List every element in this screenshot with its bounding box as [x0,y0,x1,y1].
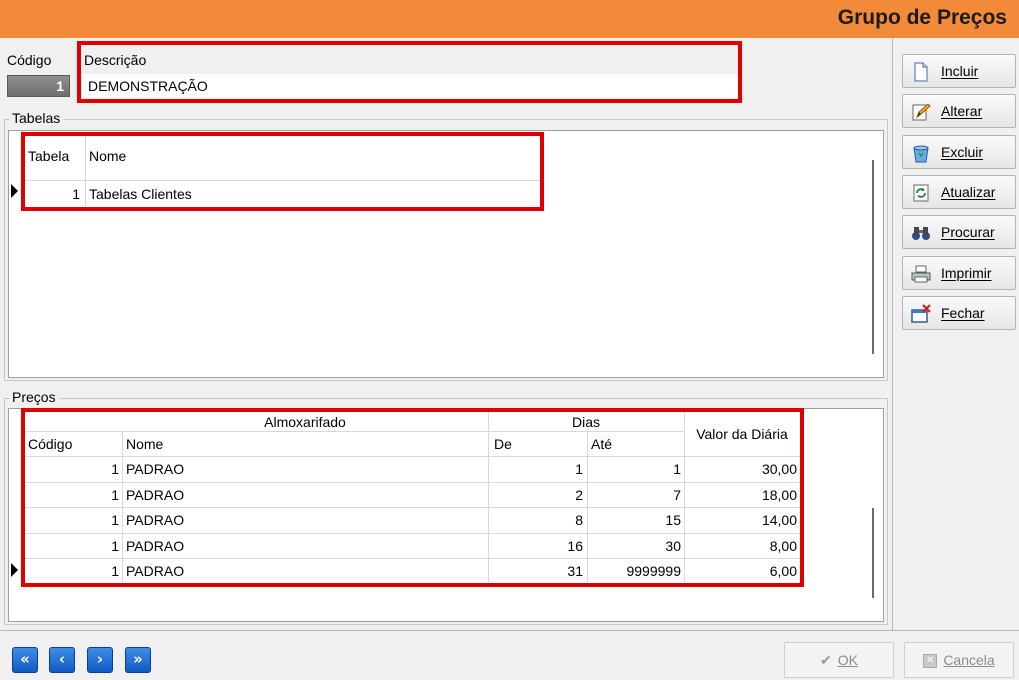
imprimir-button[interactable]: Imprimir [902,256,1016,290]
tabelas-header-tabela[interactable]: Tabela [28,144,69,168]
precos-cell-de[interactable]: 31 [490,559,583,583]
recycle-bin-icon [913,145,929,163]
precos-header-valor[interactable]: Valor da Diária [684,422,800,446]
precos-cell-codigo[interactable]: 1 [24,559,119,583]
binoculars-icon [912,227,930,240]
printer-icon [911,265,931,283]
precos-cell-valor[interactable]: 6,00 [686,559,797,583]
precos-cell-ate[interactable]: 9999999 [589,559,681,583]
precos-cell-de[interactable]: 8 [490,508,583,532]
alterar-button[interactable]: Alterar [902,94,1016,128]
precos-cell-codigo[interactable]: 1 [24,457,119,481]
tabelas-grid[interactable] [8,130,884,378]
precos-cell-valor[interactable]: 8,00 [686,534,797,558]
codigo-label: Código [7,52,52,68]
precos-cell-valor[interactable]: 18,00 [686,483,797,507]
precos-cell-ate[interactable]: 30 [589,534,681,558]
precos-cell-valor[interactable]: 14,00 [686,508,797,532]
pencil-edit-icon [912,103,931,121]
precos-cell-codigo[interactable]: 1 [24,483,119,507]
precos-cell-nome[interactable]: PADRAO [126,457,184,481]
nav-prev-button[interactable]: ‹ [49,647,75,673]
precos-cell-de[interactable]: 16 [490,534,583,558]
precos-cell-ate[interactable]: 7 [589,483,681,507]
precos-header-nome[interactable]: Nome [126,432,163,456]
precos-cell-nome[interactable]: PADRAO [126,534,184,558]
procurar-button[interactable]: Procurar [902,215,1016,249]
tabelas-scrollbar[interactable] [872,160,874,354]
title-bar: Grupo de Preços [0,0,1019,38]
incluir-button[interactable]: Incluir [902,54,1016,88]
tabelas-header-nome[interactable]: Nome [89,144,126,168]
cancel-icon: ✕ [923,654,938,669]
checkmark-icon: ✔ [820,651,832,668]
refresh-icon [913,184,929,202]
tabelas-cell-tabela[interactable]: 1 [28,182,80,206]
nav-next-button[interactable]: › [87,647,113,673]
precos-cell-valor[interactable]: 30,00 [686,457,797,481]
precos-cell-nome[interactable]: PADRAO [126,559,184,583]
precos-group-label: Preços [9,389,59,405]
tabelas-group-label: Tabelas [9,110,64,126]
descricao-input[interactable] [82,74,738,98]
precos-cell-codigo[interactable]: 1 [24,508,119,532]
nav-last-button[interactable]: » [125,647,151,673]
ok-button[interactable]: ✔ OK [784,642,894,678]
precos-header-ate[interactable]: Até [591,432,612,456]
precos-header-codigo[interactable]: Código [28,432,72,456]
precos-header-de[interactable]: De [494,432,512,456]
precos-cell-ate[interactable]: 1 [589,457,681,481]
precos-cell-nome[interactable]: PADRAO [126,508,184,532]
precos-cell-ate[interactable]: 15 [589,508,681,532]
precos-cell-nome[interactable]: PADRAO [126,483,184,507]
codigo-field: 1 [7,75,70,97]
excluir-button[interactable]: Excluir [902,135,1016,169]
close-window-icon [911,304,931,323]
precos-cell-codigo[interactable]: 1 [24,534,119,558]
cancela-button[interactable]: ✕ Cancela [904,642,1014,678]
precos-cell-de[interactable]: 2 [490,483,583,507]
row-pointer-icon [11,563,18,577]
row-pointer-icon [11,184,18,198]
nav-first-button[interactable]: « [12,647,38,673]
precos-scrollbar[interactable] [872,508,874,598]
tabelas-cell-nome[interactable]: Tabelas Clientes [89,182,192,206]
fechar-button[interactable]: Fechar [902,296,1016,330]
new-document-icon [914,62,928,82]
precos-cell-de[interactable]: 1 [490,457,583,481]
window-title: Grupo de Preços [837,6,1007,29]
descricao-label: Descrição [84,52,147,68]
atualizar-button[interactable]: Atualizar [902,175,1016,209]
